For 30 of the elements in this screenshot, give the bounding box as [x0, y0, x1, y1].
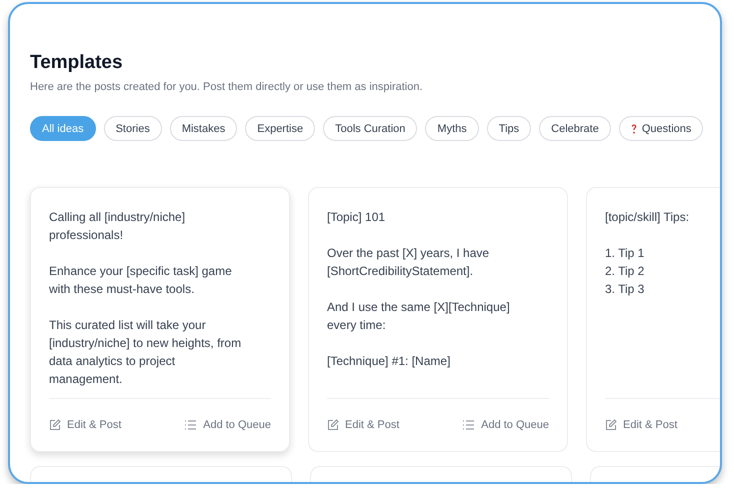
template-text: This curated list will take your [industry/niche] to new heights, from data analytics to project management. — [49, 317, 242, 388]
edit-post-button[interactable]: Edit & Post — [327, 419, 400, 431]
template-text: 1. Tip 1 2. Tip 2 3. Tip 3 — [605, 245, 646, 298]
template-text: And I use the same [X][Technique] every time: — [327, 299, 511, 334]
question-mark-icon — [630, 124, 637, 134]
template-text: Enhance your [specific task] game with these must-have tools. — [49, 263, 233, 298]
list-icon — [462, 420, 476, 430]
template-text: [Technique] #1: [Name] — [327, 353, 452, 370]
edit-icon — [327, 419, 339, 431]
edit-post-button[interactable]: Edit & Post — [49, 419, 122, 431]
filter-chip[interactable]: Mistakes — [170, 116, 238, 141]
template-text: Calling all [industry/niche] professionals! — [49, 209, 186, 244]
template-text: [topic/skill] Tips: — [605, 209, 690, 226]
page-subtitle: Here are the posts created for you. Post them directly or use them as inspiration. — [30, 81, 424, 93]
list-icon — [184, 420, 198, 430]
filter-chip[interactable]: Tips — [486, 116, 532, 141]
filter-chip[interactable]: Questions — [618, 116, 704, 141]
add-to-queue-button[interactable]: Add to Queue — [184, 419, 271, 431]
filter-chip[interactable]: Expertise — [245, 116, 316, 141]
edit-icon — [605, 419, 617, 431]
filter-chip[interactable]: Tools Curation — [323, 116, 418, 141]
filter-chip[interactable]: Celebrate — [539, 116, 611, 141]
edit-icon — [49, 419, 61, 431]
filter-chip[interactable]: Myths — [425, 116, 479, 141]
filter-chip[interactable]: Stories — [104, 116, 162, 141]
template-text: Over the past [X] years, I have [ShortCredibilityStatement]. — [327, 245, 490, 280]
add-to-queue-button[interactable]: Add to Queue — [462, 419, 549, 431]
template-text: [Topic] 101 — [327, 209, 386, 226]
edit-post-button[interactable]: Edit & Post — [605, 419, 678, 431]
page-title: Templates — [30, 52, 124, 74]
